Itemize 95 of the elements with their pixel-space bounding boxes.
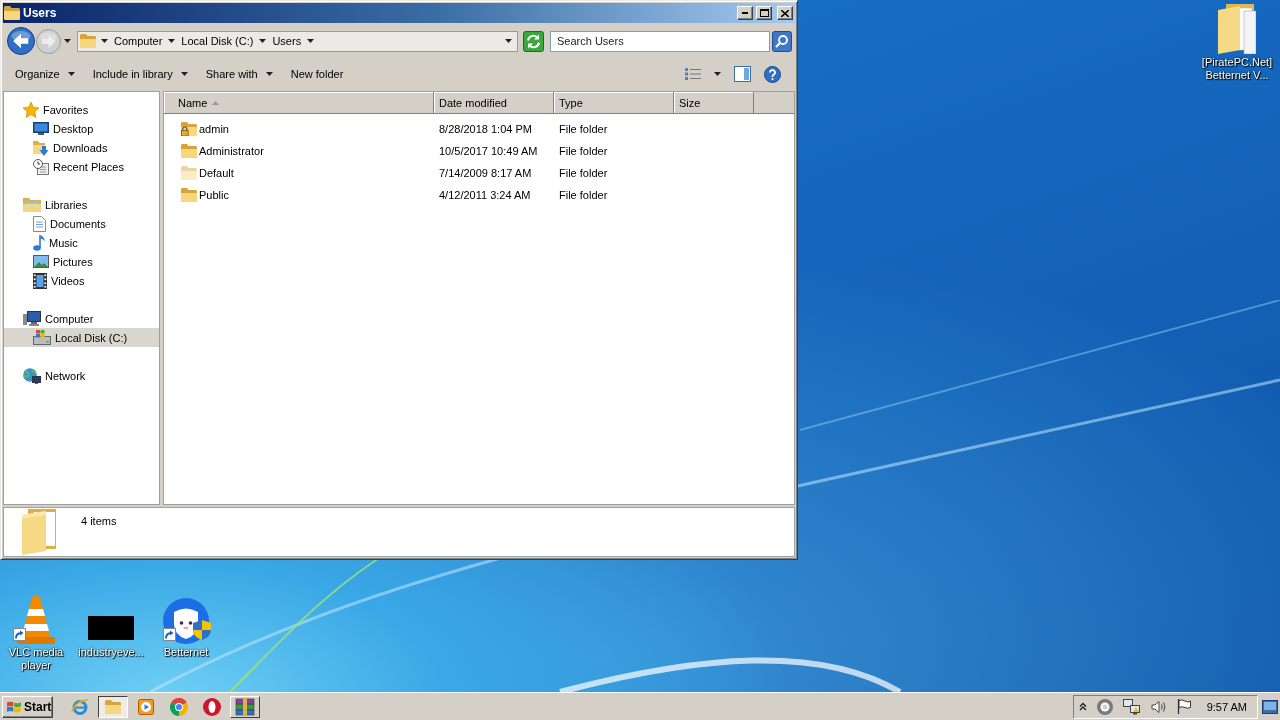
swoosh-ring-icon (71, 697, 89, 716)
minimize-button[interactable] (737, 6, 753, 20)
caret-icon[interactable] (505, 39, 512, 43)
preview-pane-icon[interactable] (734, 66, 751, 82)
windows-flag-icon (6, 699, 22, 714)
caret-icon[interactable] (259, 39, 267, 43)
sort-arrow-icon (212, 100, 220, 105)
nav-item[interactable]: Videos (4, 271, 159, 290)
library-folder-icon (23, 197, 41, 212)
type-cell-text: File folder (558, 123, 609, 135)
recent-places-icon (33, 158, 49, 175)
minimize-icon (742, 12, 748, 14)
ring-icon[interactable] (1096, 698, 1113, 715)
nav-item[interactable]: Pictures (4, 252, 159, 271)
caret-icon[interactable] (64, 39, 71, 43)
drive-icon (33, 330, 51, 345)
folder-icon (1218, 4, 1256, 54)
column-header[interactable]: Size (674, 92, 754, 113)
shield-icon (193, 620, 211, 640)
blank-tile-icon (88, 616, 134, 640)
column-header[interactable]: Date modified (434, 92, 554, 113)
close-button[interactable] (777, 6, 793, 20)
film-strip-icon (33, 272, 47, 289)
file-name[interactable]: Public (199, 189, 229, 201)
nav-item[interactable]: Recent Places (4, 157, 159, 176)
item-count: 4 items (81, 515, 117, 527)
search-icon[interactable] (772, 30, 792, 52)
file-name[interactable]: Administrator (199, 145, 264, 157)
maximize-button[interactable] (756, 6, 772, 20)
column-header[interactable]: Type (554, 92, 674, 113)
toolbar-button[interactable]: New folder (290, 68, 344, 80)
nav-item[interactable]: Computer (4, 309, 159, 328)
view-list-icon[interactable] (685, 68, 701, 80)
breadcrumb[interactable]: Computer (113, 35, 164, 47)
star-icon (23, 101, 39, 118)
toolbar-menu-button[interactable]: Organize (15, 68, 75, 80)
computer-icon (23, 310, 41, 327)
nav-item[interactable]: Desktop (4, 119, 159, 138)
oval-ring-icon (203, 697, 221, 716)
file-name[interactable]: Default (199, 167, 234, 179)
date-cell-text: 8/28/2018 1:04 PM (438, 123, 533, 135)
folder-icon (4, 6, 20, 20)
breadcrumb[interactable]: Local Disk (C:) (180, 35, 255, 47)
maximize-icon (759, 9, 769, 17)
network-globe-icon (23, 367, 41, 384)
folder-icon (80, 34, 96, 48)
toolbar-menu-button[interactable]: Share with (205, 68, 273, 80)
caret-icon[interactable] (168, 39, 176, 43)
date-cell-text: 4/12/2011 3:24 AM (438, 189, 532, 201)
search-field[interactable]: Search Users (550, 30, 770, 52)
caret-icon[interactable] (101, 39, 108, 43)
type-cell-text: File folder (558, 189, 609, 201)
folder-icon (105, 699, 121, 714)
caret-icon[interactable] (307, 39, 315, 43)
start-button[interactable]: Start (2, 695, 53, 718)
caret-icon[interactable] (714, 72, 721, 76)
stacked-books-icon (235, 697, 255, 716)
nav-item[interactable]: Documents (4, 214, 159, 233)
caret-icon (265, 72, 273, 76)
help-icon[interactable] (764, 65, 781, 83)
nav-item[interactable]: Music (4, 233, 159, 252)
caret-icon (67, 72, 75, 76)
music-note-icon (33, 234, 45, 251)
column-header[interactable]: Name (164, 92, 434, 113)
date-cell-text: 7/14/2009 8:17 AM (438, 167, 533, 179)
play-tile-icon (138, 698, 154, 715)
flag-icon[interactable] (1176, 699, 1191, 714)
breadcrumb[interactable]: Users (271, 35, 303, 47)
picture-icon (33, 255, 49, 268)
network-icon[interactable] (1122, 698, 1141, 715)
refresh-icon[interactable] (523, 30, 544, 52)
show-desktop-icon[interactable] (1262, 699, 1278, 714)
window-title: Users (23, 6, 57, 20)
shortcut-item[interactable]: [PiratePC.Net] Betternet V... (1195, 4, 1279, 82)
download-folder-icon (33, 139, 49, 156)
nav-item[interactable]: Favorites (4, 100, 159, 119)
nav-item[interactable]: Local Disk (C:) (4, 328, 159, 347)
type-cell-text: File folder (558, 167, 609, 179)
taskbar-button[interactable] (98, 695, 128, 718)
nav-item[interactable]: Network (4, 366, 159, 385)
toolbar-menu-button[interactable]: Include in library (92, 68, 188, 80)
chevron-up-icon[interactable] (1078, 702, 1087, 711)
type-cell-text: File folder (558, 145, 609, 157)
segmented-circle-icon (170, 697, 188, 716)
close-icon (781, 9, 789, 17)
nav-item[interactable]: Downloads (4, 138, 159, 157)
document-icon (33, 215, 46, 232)
clock[interactable]: 9:57 AM (1206, 700, 1247, 713)
date-cell-text: 10/5/2017 10:49 AM (438, 145, 539, 157)
monitor-icon (33, 122, 49, 135)
address-bar[interactable]: Computer Local Disk (C:) Users (77, 30, 518, 52)
file-name[interactable]: admin (199, 123, 229, 135)
caret-icon (180, 72, 188, 76)
nav-item[interactable]: Libraries (4, 195, 159, 214)
speaker-icon[interactable] (1150, 699, 1167, 714)
